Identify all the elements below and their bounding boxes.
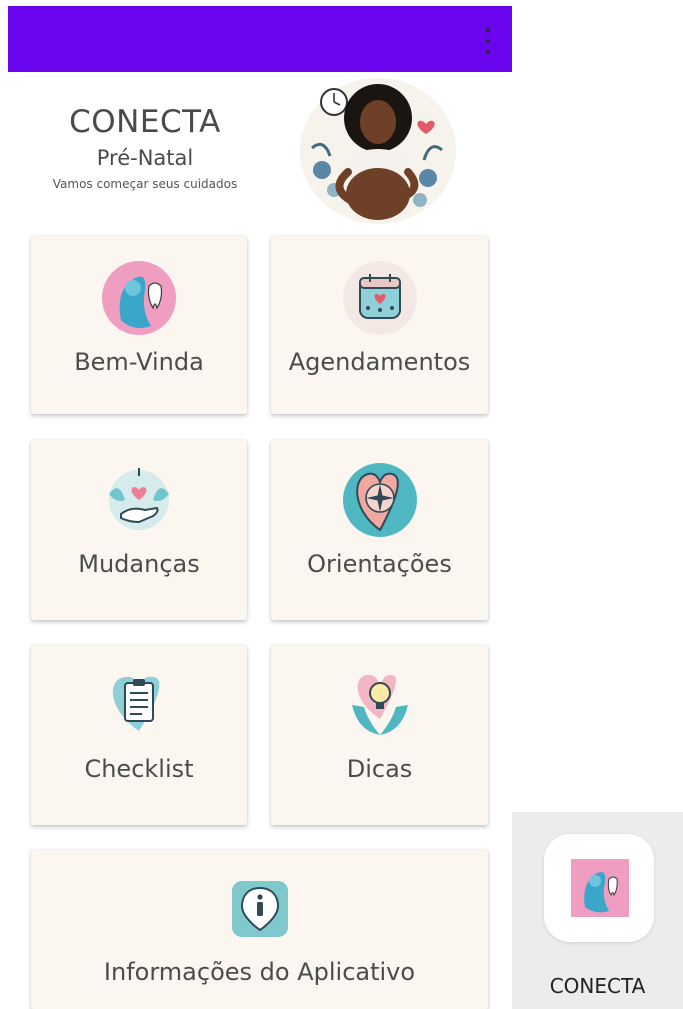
menu-card-label: Orientações [307,550,452,578]
menu-card-label: Agendamentos [288,348,471,376]
menu-card-mudancas[interactable]: Mudanças [31,440,247,620]
menu-card-label: Dicas [346,755,413,783]
pregnant-woman-illustration [300,78,456,224]
menu-card-orientacoes[interactable]: Orientações [271,440,488,620]
launcher-app-name: CONECTA [549,974,646,998]
menu-card-checklist[interactable]: Checklist [31,645,247,825]
app-bar [8,6,512,72]
menu-card-agendamentos[interactable]: Agendamentos [271,236,488,414]
info-icon [231,880,289,940]
app-header: CONECTA Pré-Natal Vamos começar seus cui… [20,104,270,191]
menu-card-bem-vinda[interactable]: Bem-Vinda [31,236,247,414]
hand-heart-icon [101,460,177,536]
lightbulb-hands-icon [342,665,418,741]
menu-card-label: Bem-Vinda [74,348,204,376]
calendar-heart-icon [342,260,418,336]
menu-card-label: Informações do Aplicativo [103,958,416,986]
menu-card-label: Mudanças [78,550,200,578]
page-title: CONECTA [69,104,221,140]
page-subtitle: Pré-Natal [96,146,194,170]
app-icon-artwork [571,859,629,917]
more-options-icon[interactable] [484,28,492,54]
conecta-app-icon [544,834,654,942]
menu-card-informacoes[interactable]: Informações do Aplicativo [31,850,488,1009]
launcher-app-shortcut[interactable]: CONECTA [512,812,683,1009]
mother-tooth-icon [101,260,177,336]
menu-card-dicas[interactable]: Dicas [271,645,488,825]
clipboard-heart-icon [101,665,177,741]
page-tagline: Vamos começar seus cuidados [52,177,238,191]
menu-card-label: Checklist [84,755,194,783]
compass-heart-icon [342,462,418,538]
